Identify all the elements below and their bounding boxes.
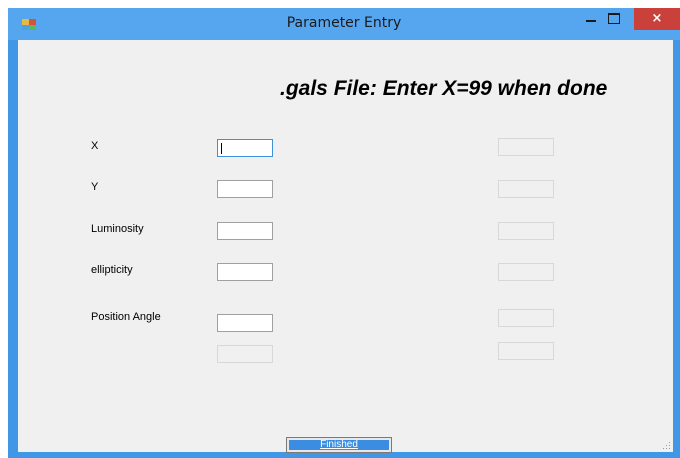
instruction-heading: .gals File: Enter X=99 when done [280,77,608,100]
x-input[interactable] [217,139,273,157]
position-angle-input[interactable] [217,314,273,332]
finished-button-face: Finished [289,440,389,450]
close-icon: × [651,11,663,26]
parameter-entry-window: Parameter Entry × .gals File: Enter X=99… [8,8,680,458]
maximize-icon [608,13,620,24]
disabled-output-field [498,263,554,281]
disabled-output-field [498,180,554,198]
luminosity-input[interactable] [217,222,273,240]
y-label: Y [91,181,99,193]
disabled-output-field [498,222,554,240]
minimize-button[interactable] [586,16,600,22]
form-client-area: .gals File: Enter X=99 when done X Y Lum… [18,40,673,453]
resize-grip-icon[interactable] [663,442,671,450]
disabled-output-field [498,138,554,156]
text-caret [221,143,222,154]
disabled-input [217,345,273,363]
close-button[interactable]: × [634,8,680,30]
finished-button-label: Finished [320,439,358,450]
minimize-icon [586,20,596,22]
maximize-button[interactable] [608,13,620,24]
disabled-output-field [498,309,554,327]
y-input[interactable] [217,180,273,198]
finished-button[interactable]: Finished [286,437,392,453]
position-angle-label: Position Angle [91,311,161,323]
ellipticity-input[interactable] [217,263,273,281]
x-label: X [91,140,99,152]
window-title: Parameter Entry [286,15,402,31]
ellipticity-label: ellipticity [91,264,133,276]
title-bar[interactable]: Parameter Entry × [8,8,680,40]
luminosity-label: Luminosity [91,223,144,235]
disabled-output-field [498,342,554,360]
